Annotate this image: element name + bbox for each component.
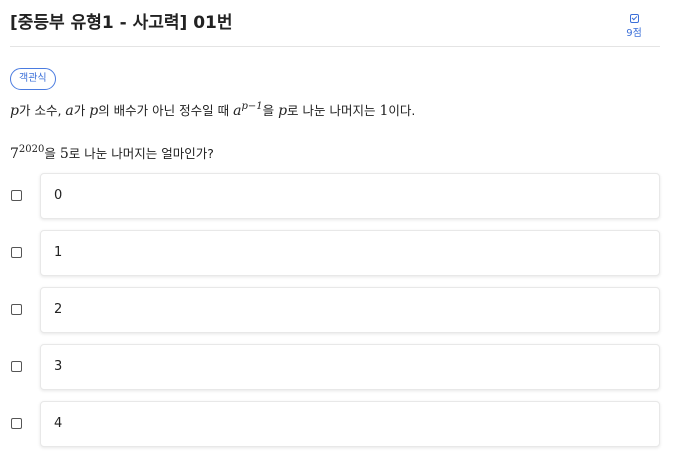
question-text: 이다.	[388, 103, 416, 118]
option-label: 4	[54, 416, 63, 431]
math-var: p	[89, 103, 99, 119]
option-checkbox[interactable]	[11, 418, 22, 429]
answer-option: 3	[10, 344, 660, 392]
answer-option: 0	[10, 173, 660, 221]
option-checkbox[interactable]	[11, 190, 22, 201]
option-card[interactable]: 0	[40, 173, 660, 219]
question-text: 로 나눈 나머지는	[287, 103, 380, 118]
option-label: 3	[54, 359, 63, 374]
option-card[interactable]: 1	[40, 230, 660, 276]
math-var: p	[10, 103, 19, 119]
option-label: 1	[54, 245, 63, 260]
option-checkbox[interactable]	[11, 304, 22, 315]
option-card[interactable]: 4	[40, 401, 660, 447]
question-type-badge: 객관식	[10, 68, 56, 90]
option-label: 0	[54, 188, 63, 203]
answer-option: 4	[10, 401, 660, 449]
question-text: 가	[73, 103, 90, 118]
answer-option: 1	[10, 230, 660, 278]
math-var: p	[278, 103, 288, 119]
question-text: 의 배수가 아닌 정수일 때	[98, 103, 234, 118]
option-checkbox[interactable]	[11, 247, 22, 258]
option-card[interactable]: 3	[40, 344, 660, 390]
math-number: 7	[10, 146, 19, 162]
option-label: 2	[54, 302, 63, 317]
score-label: 9점	[626, 28, 642, 39]
question-text: 을	[262, 103, 279, 118]
option-card[interactable]: 2	[40, 287, 660, 333]
math-exponent: 2020	[18, 144, 45, 155]
checkbox-icon	[629, 14, 639, 23]
math-number: 5	[59, 146, 69, 162]
option-checkbox[interactable]	[11, 361, 22, 372]
question-text: 로 나눈 나머지는 얼마인가?	[68, 146, 214, 161]
question-premise: p가 소수, a가 p의 배수가 아닌 정수일 때 ap−1을 p로 나눈 나머…	[10, 100, 416, 120]
score-indicator: 9점	[622, 14, 646, 39]
question-prompt: 72020을 5로 나눈 나머지는 얼마인가?	[10, 143, 214, 163]
math-var: a	[65, 103, 74, 119]
question-text: 가 소수,	[18, 103, 66, 118]
math-exponent: p−1	[241, 101, 263, 112]
question-header: [중등부 유형1 - 사고력] 01번 9점	[10, 0, 660, 47]
answer-option: 2	[10, 287, 660, 335]
page-title: [중등부 유형1 - 사고력] 01번	[10, 13, 233, 33]
question-text: 을	[44, 146, 60, 161]
